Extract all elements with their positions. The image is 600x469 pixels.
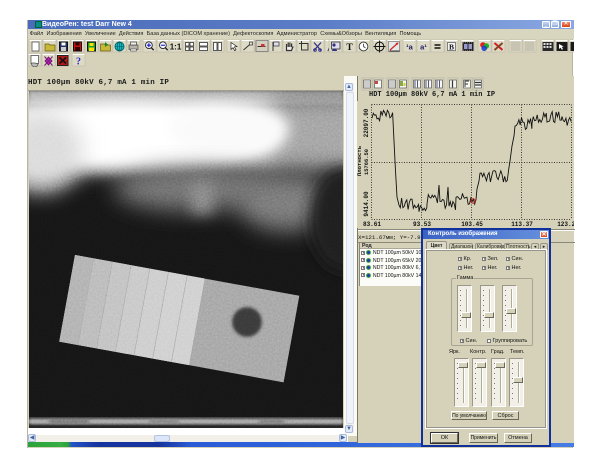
svg-text:93.53: 93.53 bbox=[413, 221, 431, 228]
svg-text:¹a: ¹a bbox=[406, 43, 413, 52]
svg-text:15766.50: 15766.50 bbox=[364, 149, 370, 175]
svg-text:B: B bbox=[449, 42, 454, 51]
svg-text:22097.00: 22097.00 bbox=[363, 108, 370, 137]
svg-text:Плотность: Плотность bbox=[357, 145, 363, 176]
svg-text:a¹: a¹ bbox=[420, 43, 427, 52]
svg-text:9414.00: 9414.00 bbox=[363, 191, 370, 217]
svg-text:?: ? bbox=[574, 43, 575, 52]
svg-text:113.37: 113.37 bbox=[511, 221, 533, 228]
svg-text:?: ? bbox=[76, 57, 81, 68]
svg-text:83.61: 83.61 bbox=[363, 221, 381, 228]
svg-text:123.29: 123.29 bbox=[557, 221, 574, 228]
svg-text:T: T bbox=[346, 43, 353, 53]
svg-text:1:1: 1:1 bbox=[170, 43, 182, 52]
svg-text:103.45: 103.45 bbox=[461, 221, 483, 228]
